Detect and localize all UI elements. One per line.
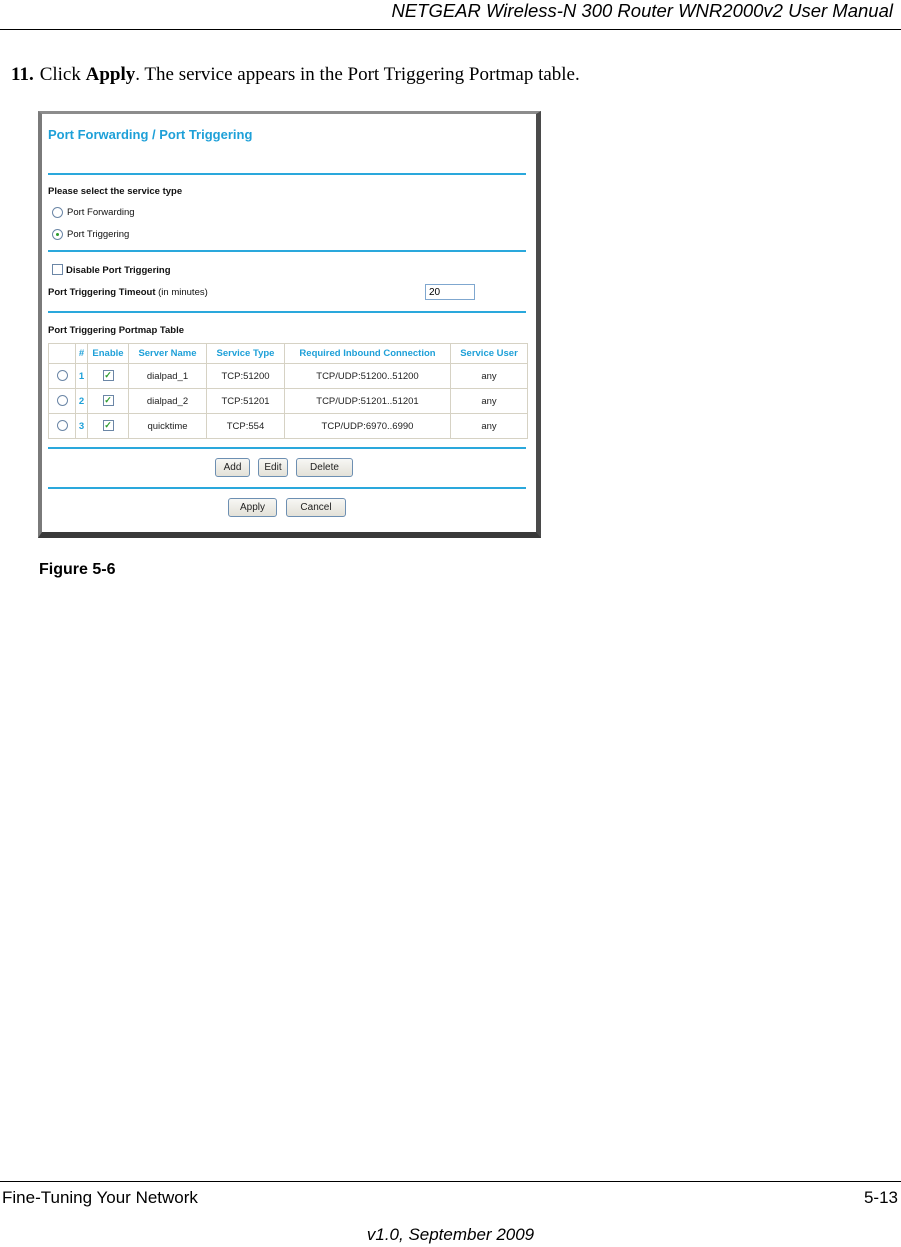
footer-rule bbox=[0, 1181, 901, 1182]
table-row: 1 ✓ dialpad_1 TCP:51200 TCP/UDP:51200..5… bbox=[48, 363, 528, 389]
port-forwarding-label: Port Forwarding bbox=[67, 207, 135, 218]
table-row: 3 ✓ quicktime TCP:554 TCP/UDP:6970..6990… bbox=[48, 413, 528, 439]
divider bbox=[48, 487, 526, 489]
cancel-button[interactable]: Cancel bbox=[286, 498, 346, 517]
row-user: any bbox=[450, 363, 528, 389]
add-button[interactable]: Add bbox=[215, 458, 250, 477]
manual-title: NETGEAR Wireless-N 300 Router WNR2000v2 … bbox=[391, 0, 893, 21]
row-server-name: dialpad_1 bbox=[128, 363, 207, 389]
row-user: any bbox=[450, 388, 528, 414]
table-header-row: # Enable Server Name Service Type Requir… bbox=[48, 343, 528, 364]
delete-button[interactable]: Delete bbox=[296, 458, 353, 477]
step-suffix: . The service appears in the Port Trigge… bbox=[135, 64, 580, 85]
row-number: 2 bbox=[75, 388, 88, 414]
step-instruction: 11. Click Apply. The service appears in t… bbox=[11, 64, 580, 86]
edit-button[interactable]: Edit bbox=[258, 458, 288, 477]
row-select-radio[interactable] bbox=[56, 395, 68, 407]
row-inbound: TCP/UDP:51201..51201 bbox=[284, 388, 451, 414]
footer-page-number: 5-13 bbox=[863, 1188, 898, 1207]
step-prefix: Click bbox=[39, 64, 86, 85]
footer-section: Fine-Tuning Your Network bbox=[2, 1188, 198, 1207]
col-number: # bbox=[75, 343, 88, 364]
disable-port-triggering-label: Disable Port Triggering bbox=[66, 265, 171, 276]
row-inbound: TCP/UDP:51200..51200 bbox=[284, 363, 451, 389]
divider bbox=[48, 311, 526, 313]
row-number: 1 bbox=[75, 363, 88, 389]
timeout-input[interactable] bbox=[425, 284, 475, 300]
row-select-radio[interactable] bbox=[56, 420, 68, 432]
col-enable: Enable bbox=[87, 343, 129, 364]
divider bbox=[48, 447, 526, 449]
col-service-user: Service User bbox=[450, 343, 528, 364]
divider bbox=[48, 250, 526, 252]
screen-title: Port Forwarding / Port Triggering bbox=[48, 127, 253, 142]
timeout-label-suffix: (in minutes) bbox=[155, 287, 208, 298]
router-screenshot: Port Forwarding / Port Triggering Please… bbox=[38, 111, 541, 538]
step-number: 11. bbox=[11, 64, 34, 85]
col-inbound: Required Inbound Connection bbox=[284, 343, 451, 364]
portmap-table: # Enable Server Name Service Type Requir… bbox=[48, 343, 528, 439]
step-action: Apply bbox=[85, 64, 136, 85]
col-select bbox=[48, 343, 76, 364]
col-server-name: Server Name bbox=[128, 343, 207, 364]
table-row: 2 ✓ dialpad_2 TCP:51201 TCP/UDP:51201..5… bbox=[48, 388, 528, 414]
divider bbox=[48, 173, 526, 175]
port-forwarding-radio[interactable] bbox=[52, 207, 63, 218]
col-service-type: Service Type bbox=[206, 343, 285, 364]
disable-port-triggering-checkbox[interactable] bbox=[52, 264, 63, 275]
port-triggering-radio[interactable] bbox=[52, 229, 63, 240]
service-type-label: Please select the service type bbox=[48, 186, 183, 197]
row-server-name: dialpad_2 bbox=[128, 388, 207, 414]
row-enable-checkbox[interactable]: ✓ bbox=[102, 420, 114, 432]
port-triggering-label: Port Triggering bbox=[67, 229, 130, 240]
row-inbound: TCP/UDP:6970..6990 bbox=[284, 413, 451, 439]
row-service-type: TCP:51201 bbox=[206, 388, 285, 414]
row-server-name: quicktime bbox=[128, 413, 207, 439]
figure-caption: Figure 5-6 bbox=[39, 561, 116, 578]
row-number: 3 bbox=[75, 413, 88, 439]
footer-version: v1.0, September 2009 bbox=[366, 1225, 535, 1244]
row-enable-checkbox[interactable]: ✓ bbox=[102, 370, 114, 382]
timeout-label: Port Triggering Timeout (in minutes) bbox=[48, 287, 208, 298]
apply-button[interactable]: Apply bbox=[228, 498, 277, 517]
row-enable-checkbox[interactable]: ✓ bbox=[102, 395, 114, 407]
portmap-table-title: Port Triggering Portmap Table bbox=[48, 325, 185, 336]
row-service-type: TCP:554 bbox=[206, 413, 285, 439]
row-service-type: TCP:51200 bbox=[206, 363, 285, 389]
row-user: any bbox=[450, 413, 528, 439]
header-rule bbox=[0, 29, 901, 30]
timeout-label-bold: Port Triggering Timeout bbox=[48, 287, 156, 298]
row-select-radio[interactable] bbox=[56, 370, 68, 382]
